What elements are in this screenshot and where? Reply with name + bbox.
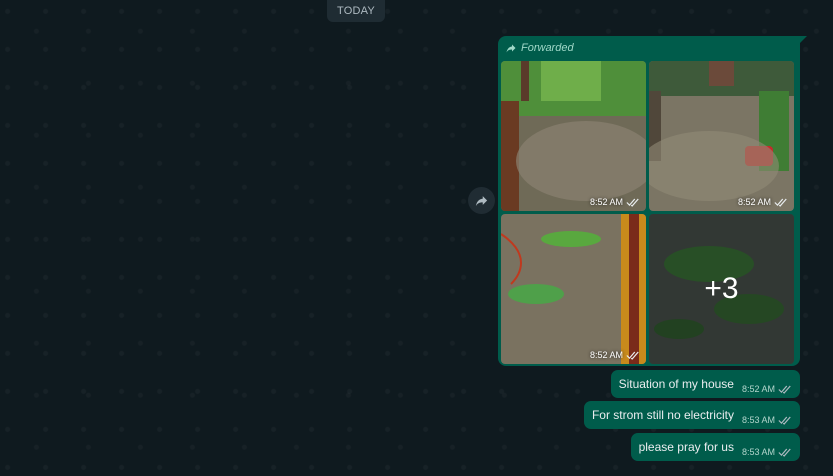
photo-album-message[interactable]: Forwarded 8:52 AM 8:52 AM 8:52 AM +3 xyxy=(498,36,807,366)
message-text: Situation of my house xyxy=(618,377,734,391)
message-text: please pray for us xyxy=(638,440,734,454)
album-photo-1[interactable]: 8:52 AM xyxy=(501,61,646,211)
photo-timestamp: 8:52 AM xyxy=(590,350,640,360)
double-check-icon xyxy=(774,198,787,207)
forward-icon xyxy=(475,196,488,207)
forward-message-button[interactable] xyxy=(468,187,495,214)
double-check-icon xyxy=(778,416,791,425)
message-bubble[interactable]: For strom still no electricity 8:53 AM xyxy=(583,401,800,429)
flooded-yard-photo xyxy=(501,61,646,211)
message-meta: 8:53 AM xyxy=(742,447,792,457)
forwarded-label: Forwarded xyxy=(505,40,574,56)
message-bubble[interactable]: Situation of my house 8:52 AM xyxy=(610,370,800,398)
message-time: 8:53 AM xyxy=(741,447,775,457)
more-photos-count: +3 xyxy=(649,214,794,364)
double-check-icon xyxy=(626,351,639,360)
album-photo-3[interactable]: 8:52 AM xyxy=(501,214,646,364)
photo-timestamp: 8:52 AM xyxy=(590,197,640,207)
photo-timestamp: 8:52 AM xyxy=(738,197,788,207)
date-separator: TODAY xyxy=(327,0,385,22)
album-photo-2[interactable]: 8:52 AM xyxy=(649,61,794,211)
message-bubble[interactable]: please pray for us 8:53 AM xyxy=(630,433,800,461)
message-time: 8:52 AM xyxy=(741,384,775,394)
message-time: 8:53 AM xyxy=(741,415,775,425)
message-text: For strom still no electricity xyxy=(591,408,734,422)
message-meta: 8:53 AM xyxy=(742,415,792,425)
flood-water-photo xyxy=(501,214,646,364)
double-check-icon xyxy=(778,448,791,457)
message-meta: 8:52 AM xyxy=(742,384,792,394)
forwarded-text: Forwarded xyxy=(521,42,574,54)
flooded-courtyard-photo xyxy=(649,61,794,211)
double-check-icon xyxy=(626,198,639,207)
forward-icon xyxy=(506,44,516,53)
double-check-icon xyxy=(778,385,791,394)
album-photo-more[interactable]: +3 xyxy=(649,214,794,364)
